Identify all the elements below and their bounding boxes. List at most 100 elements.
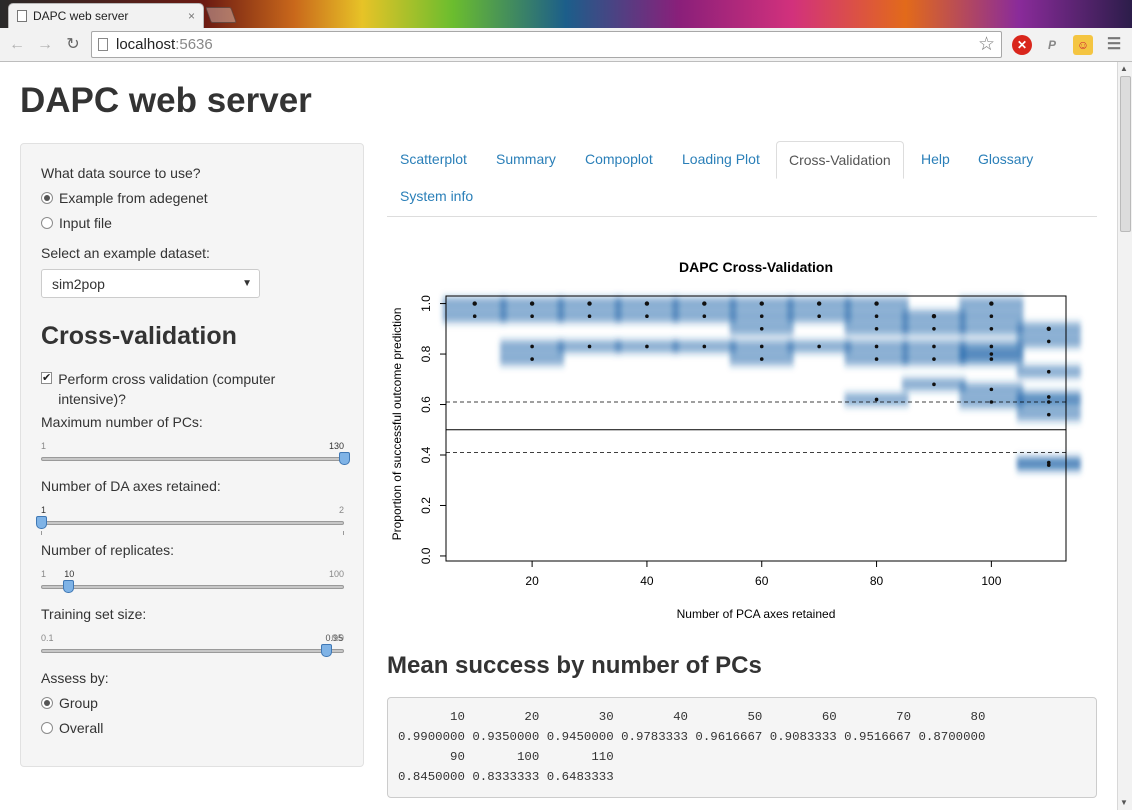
tab-loading-plot[interactable]: Loading Plot (670, 141, 772, 177)
data-point (989, 352, 994, 356)
slider-track[interactable] (41, 585, 344, 589)
page-info-icon (98, 38, 108, 51)
slider-track[interactable] (41, 521, 344, 525)
cross-validation-heading: Cross-validation (41, 322, 237, 350)
page-scrollbar[interactable]: ▲ ▼ (1117, 62, 1132, 810)
radio-button[interactable] (41, 217, 53, 229)
slider-handle[interactable] (63, 580, 75, 593)
tab-cross-validation[interactable]: Cross-Validation (776, 141, 904, 179)
address-bar[interactable]: localhost:5636 ☆ (91, 31, 1002, 58)
x-tick-label: 80 (870, 574, 884, 588)
stop-extension-icon[interactable]: ✕ (1012, 35, 1032, 55)
da-axes-label: Number of DA axes retained: (41, 478, 221, 494)
y-tick-label: 1.0 (419, 295, 433, 312)
data-source-label: What data source to use? (41, 165, 201, 181)
scroll-down-icon[interactable]: ▼ (1120, 798, 1128, 807)
main-tabs: Scatterplot Summary Compoplot Loading Pl… (387, 141, 1097, 217)
tab-system-info[interactable]: System info (388, 178, 485, 214)
data-point (759, 301, 764, 306)
forward-arrow-icon[interactable]: → (34, 34, 56, 56)
tab-scatterplot[interactable]: Scatterplot (388, 141, 479, 177)
data-point (817, 314, 821, 318)
select-value: sim2pop (52, 276, 105, 292)
data-point (989, 387, 994, 392)
tab-compoplot[interactable]: Compoplot (573, 141, 665, 177)
cross-validation-plot: DAPC Cross-Validation Number of PCA axes… (387, 252, 1097, 632)
data-point (1046, 395, 1051, 399)
slider-track[interactable] (41, 457, 344, 461)
radio-button-selected[interactable] (41, 192, 53, 204)
data-point (1046, 369, 1051, 374)
slider-value: 0.95 (325, 633, 343, 643)
max-pcs-slider[interactable]: 1 130 (41, 441, 350, 471)
menu-icon[interactable]: ☰ (1104, 35, 1124, 55)
bookmark-star-icon[interactable]: ☆ (978, 33, 995, 56)
slider-handle[interactable] (339, 452, 350, 465)
face-extension-icon[interactable]: ☺ (1073, 35, 1093, 55)
x-tick-label: 100 (981, 574, 1001, 588)
example-dataset-select[interactable]: sim2pop ▼ (41, 269, 260, 298)
replicates-slider[interactable]: 1 100 10 (41, 569, 344, 599)
page-title: DAPC web server (20, 81, 312, 120)
perform-cv-label: Perform cross validation (computer inten… (58, 371, 276, 407)
new-tab-button[interactable] (205, 7, 237, 23)
assess-by-label: Assess by: (41, 670, 109, 686)
data-point (874, 314, 879, 318)
back-arrow-icon[interactable]: ← (6, 34, 28, 56)
tab-glossary[interactable]: Glossary (966, 141, 1045, 177)
slider-min: 1 (41, 441, 47, 451)
browser-tab[interactable]: DAPC web server × (8, 3, 204, 28)
y-axis-label: Proportion of successful outcome predict… (390, 308, 404, 541)
data-point (989, 400, 994, 404)
perform-cv-checkbox-row[interactable]: ✔ Perform cross validation (computer int… (41, 369, 311, 409)
training-set-label: Training set size: (41, 606, 147, 622)
scroll-up-icon[interactable]: ▲ (1120, 64, 1128, 73)
data-point (874, 357, 879, 361)
data-point (644, 301, 650, 306)
close-tab-icon[interactable]: × (188, 9, 195, 23)
data-point (645, 314, 649, 318)
radio-assess-group[interactable]: Group (41, 695, 98, 711)
slider-track[interactable] (41, 649, 344, 653)
example-dataset-label: Select an example dataset: (41, 245, 210, 261)
radio-assess-overall[interactable]: Overall (41, 720, 103, 736)
chart-title: DAPC Cross-Validation (679, 259, 833, 275)
density-layer (442, 297, 1081, 472)
data-point (1046, 339, 1051, 344)
scrollbar-thumb[interactable] (1120, 76, 1131, 232)
data-point (989, 357, 994, 361)
slider-tick (41, 531, 42, 535)
data-point (932, 327, 936, 331)
reference-lines (446, 401, 1066, 453)
dropdown-caret-icon: ▼ (242, 278, 252, 289)
data-point (759, 327, 764, 331)
tab-summary[interactable]: Summary (484, 141, 568, 177)
checkbox-checked[interactable]: ✔ (41, 372, 53, 384)
data-point (817, 344, 821, 349)
data-point (989, 301, 994, 306)
radio-button-selected[interactable] (41, 697, 53, 709)
slider-handle[interactable] (36, 516, 47, 529)
cross-validation-chart: DAPC Cross-Validation Number of PCA axes… (390, 259, 1081, 621)
browser-tab-strip: DAPC web server × (0, 0, 1132, 28)
slider-max: 2 (338, 505, 344, 515)
da-axes-slider[interactable]: 2 1 (36, 505, 344, 535)
p-extension-icon[interactable]: P (1042, 35, 1062, 55)
x-tick-label: 20 (525, 574, 539, 588)
radio-input-file[interactable]: Input file (41, 215, 112, 231)
radio-button[interactable] (41, 722, 53, 734)
results-output: 10 20 30 40 50 60 70 80 0.9900000 0.9350… (387, 697, 1097, 798)
radio-example-adegenet[interactable]: Example from adegenet (41, 190, 208, 206)
data-point (530, 314, 534, 318)
data-point (759, 344, 764, 349)
data-point (587, 344, 592, 349)
y-tick-label: 0.0 (419, 547, 433, 564)
data-point (472, 301, 477, 306)
radio-label: Example from adegenet (59, 190, 208, 206)
tab-help[interactable]: Help (909, 141, 962, 177)
data-point (645, 344, 649, 349)
training-set-slider[interactable]: 0.1 0.9 0.95 (41, 633, 344, 663)
reload-icon[interactable]: ↻ (62, 34, 84, 56)
data-point (530, 357, 534, 361)
slider-handle[interactable] (320, 644, 332, 657)
